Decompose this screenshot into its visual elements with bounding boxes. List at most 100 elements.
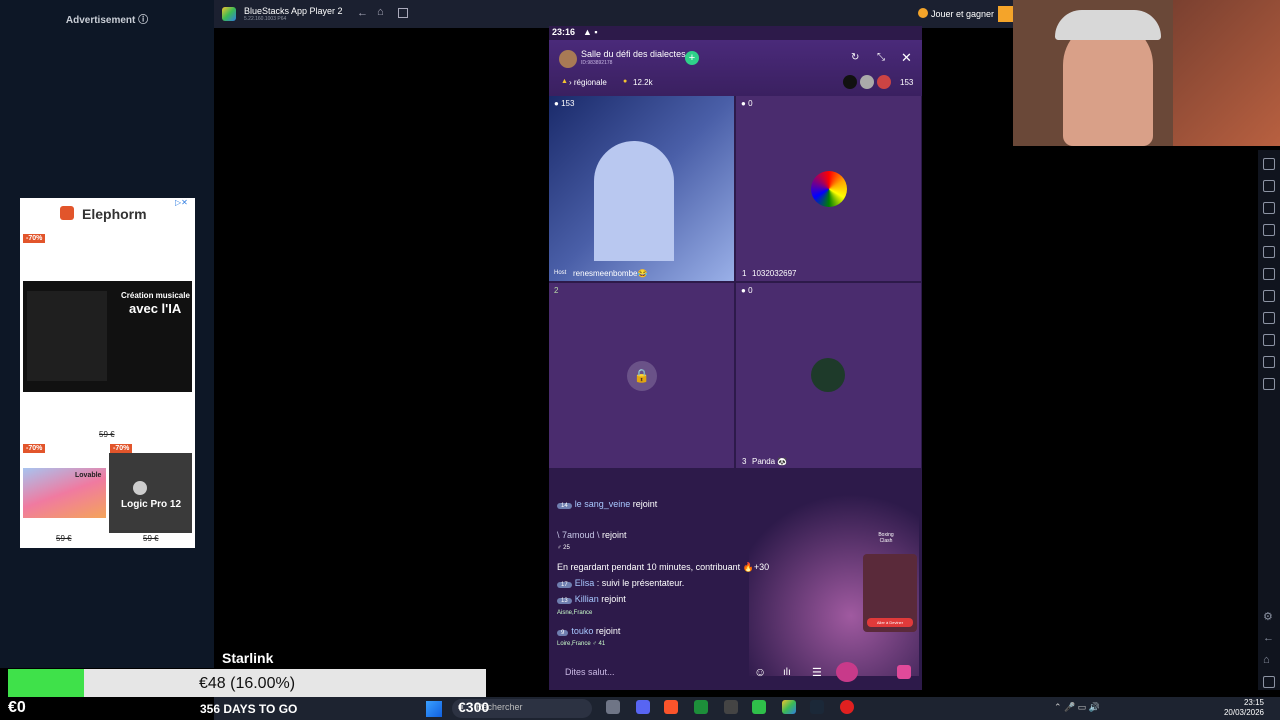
chat-input[interactable]: Dites salut... bbox=[565, 667, 615, 677]
viewer-avatar[interactable] bbox=[860, 75, 874, 89]
room-avatar[interactable] bbox=[559, 50, 577, 68]
bluestacks-logo-icon bbox=[222, 7, 236, 21]
earn-badge-icon[interactable] bbox=[998, 6, 1014, 22]
chrome-icon[interactable] bbox=[724, 700, 738, 714]
chat-message: 13 Killian rejoint bbox=[557, 594, 626, 604]
tray-icons[interactable]: ⌃ 🎤 ▭ 🔊 bbox=[1054, 702, 1100, 713]
seat-tile[interactable]: ● 0 3 Panda 🐼 bbox=[736, 283, 921, 468]
game-button[interactable]: Aller à Deviner bbox=[867, 618, 913, 627]
audio-icon[interactable]: ılı bbox=[783, 667, 791, 678]
seat-number: 3 bbox=[742, 457, 747, 466]
app-icon[interactable] bbox=[694, 700, 708, 714]
ad-price: 59 € bbox=[56, 534, 72, 543]
status-time: 23:16 bbox=[552, 27, 576, 37]
back-icon[interactable]: ← bbox=[1263, 632, 1274, 644]
ad-promo-image: Création musicale avec l'IA bbox=[23, 281, 192, 392]
sidebar-tool-icon[interactable] bbox=[1263, 224, 1275, 236]
menu-icon[interactable]: ☰ bbox=[812, 666, 822, 679]
taskbar-date: 20/03/2026 bbox=[1223, 708, 1264, 717]
chat-message: 9 touko rejoint bbox=[557, 626, 620, 636]
close-icon[interactable]: ✕ bbox=[901, 50, 912, 66]
sidebar-tool-icon[interactable] bbox=[1263, 202, 1275, 214]
earn-label[interactable]: Jouer et gagner bbox=[931, 9, 994, 19]
phone-screen: 23:16 ▲ ▪ Salle du défi des dialectes ID… bbox=[549, 26, 922, 690]
follow-button[interactable]: + bbox=[685, 51, 699, 65]
progress-start: €0 bbox=[8, 699, 26, 716]
refresh-icon[interactable]: ↻ bbox=[851, 52, 859, 63]
sidebar-tool-icon[interactable] bbox=[1263, 268, 1275, 280]
discord-icon[interactable] bbox=[636, 700, 650, 714]
minimize-icon[interactable]: ⤡ bbox=[877, 52, 885, 63]
chat-message: 14 le sang_veine rejoint bbox=[557, 499, 657, 509]
seat-score-value: 0 bbox=[748, 286, 753, 295]
seat-tile-host[interactable]: ● 153 Host renesmeenbombe😂 bbox=[549, 96, 734, 281]
task-view-icon[interactable] bbox=[606, 700, 620, 714]
room-title: Salle du défi des dialectes bbox=[581, 49, 686, 59]
region-label[interactable]: › régionale bbox=[569, 78, 607, 87]
webcam-feed bbox=[1013, 0, 1280, 146]
seat-score-value: 0 bbox=[748, 99, 753, 108]
bluestacks-taskbar-icon[interactable] bbox=[782, 700, 796, 714]
bluestacks-titlebar: BlueStacks App Player 2 5.22.160.1003 P6… bbox=[214, 0, 1014, 28]
lovable-image: Lovable bbox=[23, 468, 106, 518]
seat-score-value: 153 bbox=[561, 99, 575, 108]
brave-icon[interactable] bbox=[664, 700, 678, 714]
seat-score: ● 0 bbox=[741, 286, 753, 295]
progress-goal: €300 bbox=[458, 699, 490, 715]
seat-score: ● 0 bbox=[741, 99, 753, 108]
chat-location: Aisne,France bbox=[557, 610, 593, 616]
sidebar-tool-icon[interactable] bbox=[1263, 246, 1275, 258]
emoji-icon[interactable]: ☺ bbox=[754, 665, 766, 679]
app-icon[interactable] bbox=[752, 700, 766, 714]
background-painting bbox=[1173, 0, 1280, 146]
logic-pro-icon bbox=[133, 481, 147, 495]
seat-name: renesmeenbombe😂 bbox=[573, 269, 648, 278]
seat-tile[interactable]: ● 0 1 1032032697 bbox=[736, 96, 921, 281]
room-id: ID:983892178 bbox=[581, 60, 613, 66]
promo-line1: Création musicale bbox=[121, 291, 190, 300]
game-widget[interactable]: Aller à Deviner bbox=[863, 554, 917, 632]
viewer-avatar[interactable] bbox=[843, 75, 857, 89]
sidebar-tool-icon[interactable] bbox=[1263, 158, 1275, 170]
viewer-count[interactable]: 153 bbox=[900, 78, 913, 87]
viewer-avatar[interactable] bbox=[877, 75, 891, 89]
multi-instance-icon[interactable] bbox=[398, 8, 408, 18]
windows-start-icon[interactable] bbox=[426, 701, 442, 717]
sidebar-tool-icon[interactable] bbox=[1263, 334, 1275, 346]
donation-progress-bar: €48 (16.00%) bbox=[8, 669, 486, 697]
product-name: Lovable bbox=[75, 472, 102, 479]
discount-badge: -70% bbox=[110, 444, 133, 453]
app-title: BlueStacks App Player 2 bbox=[244, 6, 343, 16]
earn-icon bbox=[918, 8, 928, 18]
sidebar-tool-icon[interactable] bbox=[1263, 312, 1275, 324]
gift-game-icon[interactable] bbox=[836, 662, 858, 682]
sidebar-tool-icon[interactable] bbox=[1263, 378, 1275, 390]
discount-badge: -70% bbox=[23, 444, 46, 453]
gift-icon[interactable] bbox=[897, 665, 911, 679]
steam-icon[interactable] bbox=[810, 700, 824, 714]
settings-icon[interactable]: ⚙ bbox=[1263, 610, 1273, 623]
days-remaining: 356 DAYS TO GO bbox=[200, 702, 298, 716]
taskbar-time: 23:15 bbox=[1243, 698, 1264, 707]
sidebar-tool-icon[interactable] bbox=[1263, 290, 1275, 302]
seat-number: 1 bbox=[742, 269, 747, 278]
home-icon[interactable]: ⌂ bbox=[1263, 654, 1270, 666]
seat-tile-locked[interactable]: 2 🔒 bbox=[549, 283, 734, 468]
sidebar-tool-icon[interactable] bbox=[1263, 180, 1275, 192]
sidebar-tool-icon[interactable] bbox=[1263, 356, 1275, 368]
chat-badge: ♂ 25 bbox=[557, 545, 570, 551]
back-icon[interactable]: ← bbox=[357, 7, 368, 19]
ad-price: 59 € bbox=[143, 534, 159, 543]
coin-icon: ● bbox=[623, 78, 628, 85]
ad-banner[interactable]: Elephorm ▷✕ -70% Création musicale avec … bbox=[20, 198, 195, 548]
status-icons: ▲ ▪ bbox=[583, 27, 598, 37]
youtube-icon[interactable] bbox=[840, 700, 854, 714]
left-ad-panel: Advertisement ⓘ Elephorm ▷✕ -70% Créatio… bbox=[0, 0, 214, 668]
ad-price: 59 € bbox=[99, 430, 115, 439]
ad-close-icon[interactable]: ▷✕ bbox=[175, 198, 188, 207]
seat-avatar bbox=[811, 358, 845, 392]
progress-text: €48 (16.00%) bbox=[198, 675, 296, 692]
recent-apps-icon[interactable] bbox=[1263, 676, 1275, 688]
seat-avatar bbox=[811, 171, 847, 207]
home-icon[interactable]: ⌂ bbox=[377, 6, 384, 18]
